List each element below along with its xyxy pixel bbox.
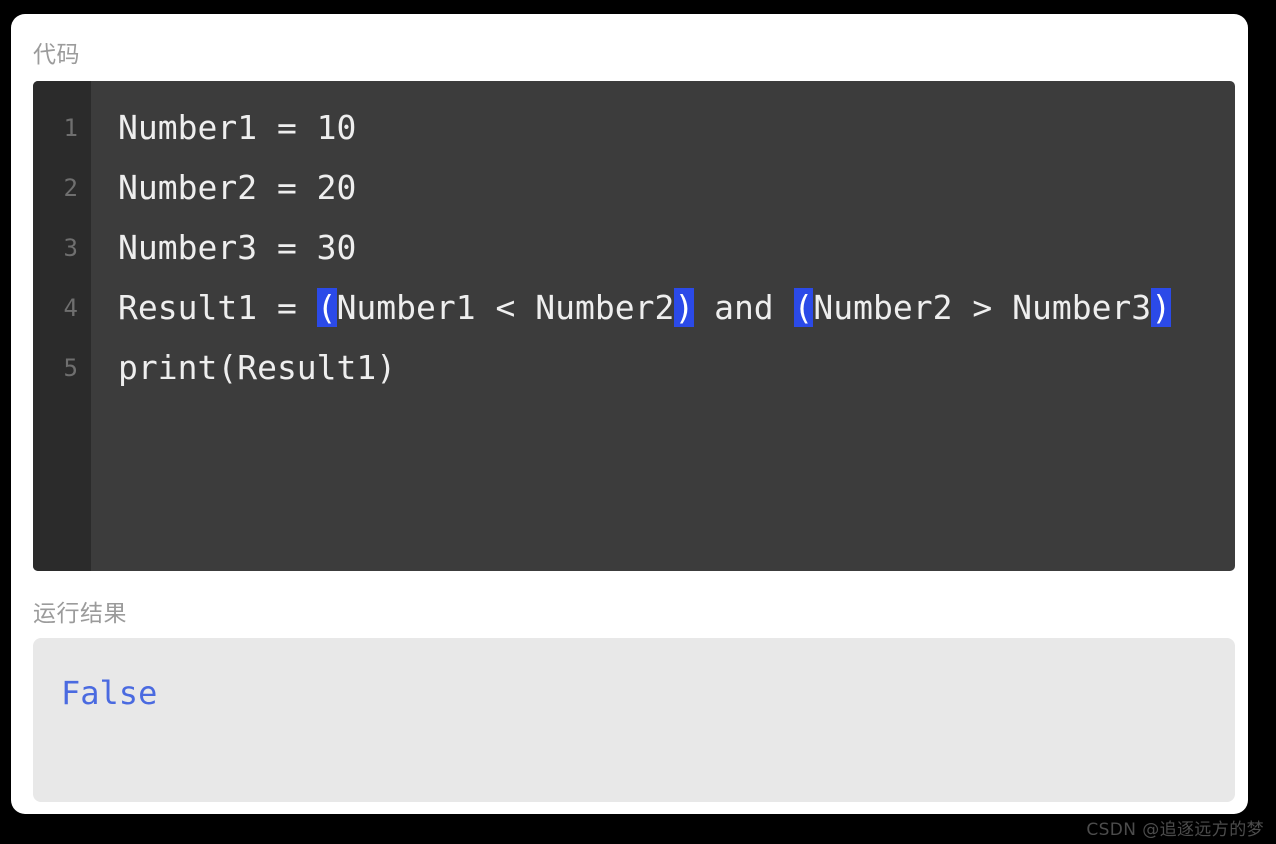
bracket-highlight: ): [1151, 288, 1172, 327]
code-token: Result1 =: [118, 288, 317, 327]
code-line[interactable]: print(Result1): [118, 338, 1235, 398]
output-block: False: [33, 638, 1235, 802]
bracket-highlight: ): [674, 288, 695, 327]
code-token: Number1 < Number2: [336, 288, 675, 327]
screenshot-page: 代码 1 2 3 4 5 Number1 = 10 Number2 = 20 N…: [0, 0, 1276, 844]
line-number: 5: [63, 354, 78, 382]
code-token: Number3 = 30: [118, 228, 357, 267]
code-token: Number1 = 10: [118, 108, 357, 147]
code-token: print(Result1): [118, 348, 397, 387]
line-number: 3: [63, 234, 78, 262]
code-token: Number2 > Number3: [813, 288, 1152, 327]
code-line[interactable]: Number3 = 30: [118, 218, 1235, 278]
code-section-label: 代码: [33, 42, 80, 68]
output-line: False: [61, 674, 158, 712]
code-token: Number2 = 20: [118, 168, 357, 207]
code-token: and: [694, 288, 794, 327]
output-section-label: 运行结果: [33, 601, 127, 627]
line-number: 2: [63, 174, 78, 202]
code-line[interactable]: Number2 = 20: [118, 158, 1235, 218]
code-text-area[interactable]: Number1 = 10 Number2 = 20 Number3 = 30 R…: [91, 81, 1235, 571]
line-number: 4: [63, 294, 78, 322]
line-number-gutter: 1 2 3 4 5: [33, 81, 91, 571]
code-result-card: 代码 1 2 3 4 5 Number1 = 10 Number2 = 20 N…: [11, 14, 1248, 814]
line-number: 1: [63, 114, 78, 142]
code-line[interactable]: Number1 = 10: [118, 98, 1235, 158]
bracket-highlight: (: [793, 288, 814, 327]
code-block[interactable]: 1 2 3 4 5 Number1 = 10 Number2 = 20 Numb…: [33, 81, 1235, 571]
csdn-watermark: CSDN @追逐远方的梦: [1086, 820, 1264, 840]
code-line[interactable]: Result1 = (Number1 < Number2) and (Numbe…: [118, 278, 1235, 338]
bracket-highlight: (: [316, 288, 337, 327]
